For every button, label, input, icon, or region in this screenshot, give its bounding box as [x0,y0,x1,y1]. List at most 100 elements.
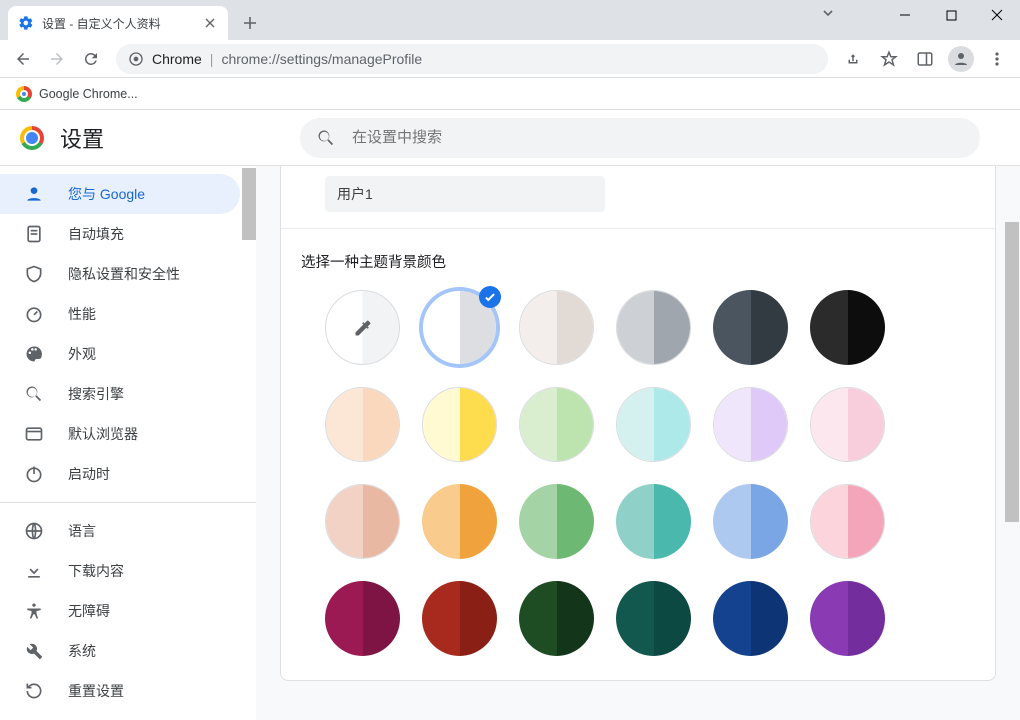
theme-section-title: 选择一种主题背景颜色 [281,233,995,280]
close-window-button[interactable] [974,0,1020,30]
sidebar-item-label: 您与 Google [68,184,145,204]
back-button[interactable] [6,44,40,74]
theme-color-swatch[interactable] [616,387,691,462]
sidebar-item-label: 隐私设置和安全性 [68,264,180,284]
theme-color-swatch[interactable] [325,484,400,559]
theme-color-swatch[interactable] [810,387,885,462]
chrome-logo-icon [20,126,44,150]
sidebar-item-label: 启动时 [68,464,110,484]
omnibox-url: chrome://settings/manageProfile [221,51,422,67]
sidebar-item-download[interactable]: 下载内容 [0,551,240,591]
theme-color-swatch[interactable] [713,290,788,365]
sidebar-item-label: 性能 [68,304,96,324]
theme-color-swatch[interactable] [325,581,400,656]
sidebar-item-label: 默认浏览器 [68,424,138,444]
sidebar-item-label: 无障碍 [68,601,110,621]
theme-color-swatch[interactable] [713,484,788,559]
theme-color-swatch[interactable] [519,387,594,462]
a11y-icon [24,601,44,621]
close-icon[interactable] [202,15,218,31]
sidebar-item-label: 系统 [68,641,96,661]
palette-icon [24,344,44,364]
sidebar-item-browser[interactable]: 默认浏览器 [0,414,240,454]
chrome-icon [128,51,144,67]
sidebar-item-reset[interactable]: 重置设置 [0,671,240,711]
sidebar-item-person[interactable]: 您与 Google [0,174,240,214]
custom-color-picker[interactable] [325,290,400,365]
theme-color-swatch[interactable] [519,581,594,656]
check-icon [479,286,501,308]
sidebar-item-label: 重置设置 [68,681,124,701]
settings-header: 设置 [0,110,1020,166]
theme-color-swatch[interactable] [422,387,497,462]
theme-color-swatch[interactable] [325,387,400,462]
sidebar-item-a11y[interactable]: 无障碍 [0,591,240,631]
sidebar-item-label: 语言 [68,521,96,541]
sidebar-item-palette[interactable]: 外观 [0,334,240,374]
address-bar[interactable]: Chrome | chrome://settings/manageProfile [116,44,828,74]
settings-search-input[interactable] [352,129,964,146]
sidebar-item-globe[interactable]: 语言 [0,511,240,551]
theme-color-swatch[interactable] [616,484,691,559]
browser-icon [24,424,44,444]
sidebar-item-power[interactable]: 启动时 [0,454,240,494]
theme-color-swatch[interactable] [810,484,885,559]
page-title: 设置 [60,122,104,154]
browser-toolbar: Chrome | chrome://settings/manageProfile [0,40,1020,78]
maximize-button[interactable] [928,0,974,30]
bookmark-star-button[interactable] [872,44,906,74]
menu-button[interactable] [980,44,1014,74]
search-icon [316,128,336,148]
sidebar-item-search[interactable]: 搜索引擎 [0,374,240,414]
settings-search[interactable] [300,118,980,158]
theme-color-swatch[interactable] [519,290,594,365]
download-icon [24,561,44,581]
sidebar-item-label: 自动填充 [68,224,124,244]
scrollbar-thumb[interactable] [1005,222,1019,522]
browser-tab[interactable]: 设置 - 自定义个人资料 [8,6,228,40]
theme-color-swatch[interactable] [810,290,885,365]
profile-name-input[interactable] [325,176,605,212]
theme-color-swatch[interactable] [616,581,691,656]
settings-content: 选择一种主题背景颜色 [256,166,1020,720]
shield-icon [24,264,44,284]
sidebar-item-label: 下载内容 [68,561,124,581]
share-button[interactable] [836,44,870,74]
bookmark-label: Google Chrome... [39,87,138,101]
tab-search-button[interactable] [821,6,835,20]
wrench-icon [24,641,44,661]
person-icon [24,184,44,204]
chrome-logo-icon [16,86,32,102]
bookmark-item[interactable]: Google Chrome... [10,82,144,106]
sidebar-item-perf[interactable]: 性能 [0,294,240,334]
autofill-icon [24,224,44,244]
new-tab-button[interactable] [236,9,264,37]
gear-icon [18,15,34,31]
theme-color-swatch[interactable] [422,484,497,559]
theme-color-swatch[interactable] [519,484,594,559]
search-icon [24,384,44,404]
minimize-button[interactable] [882,0,928,30]
theme-color-swatch[interactable] [616,290,691,365]
side-panel-button[interactable] [908,44,942,74]
tab-title: 设置 - 自定义个人资料 [42,15,202,32]
reload-button[interactable] [74,44,108,74]
sidebar-item-label: 外观 [68,344,96,364]
sidebar-item-autofill[interactable]: 自动填充 [0,214,240,254]
browser-titlebar: 设置 - 自定义个人资料 [0,0,1020,40]
omnibox-prefix: Chrome [152,51,202,67]
sidebar-item-wrench[interactable]: 系统 [0,631,240,671]
globe-icon [24,521,44,541]
window-controls [882,0,1020,30]
power-icon [24,464,44,484]
theme-color-swatch[interactable] [713,581,788,656]
theme-color-swatch[interactable] [422,581,497,656]
scrollbar-thumb[interactable] [242,168,256,240]
sidebar-item-shield[interactable]: 隐私设置和安全性 [0,254,240,294]
settings-sidebar: 您与 Google 自动填充隐私设置和安全性性能外观搜索引擎默认浏览器启动时语言下… [0,166,256,720]
theme-color-swatch[interactable] [810,581,885,656]
forward-button[interactable] [40,44,74,74]
theme-color-swatch[interactable] [713,387,788,462]
eyedropper-icon [353,318,373,338]
profile-avatar-button[interactable] [944,44,978,74]
